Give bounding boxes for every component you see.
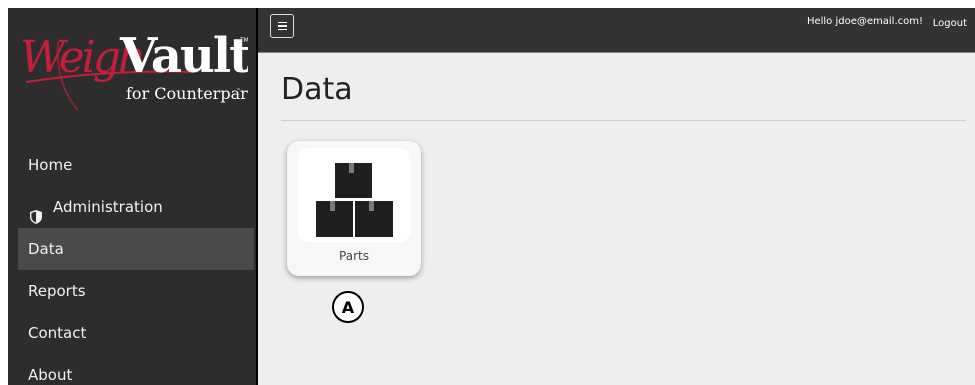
svg-text:TM: TM: [239, 37, 248, 44]
hamburger-icon[interactable]: [270, 14, 294, 38]
app-logo[interactable]: Weigh Vault TM for Counterpart ™: [18, 14, 248, 114]
logo-tagline: for Counterpart: [126, 84, 248, 103]
sidebar: Weigh Vault TM for Counterpart ™ Home Ad…: [8, 8, 258, 385]
sidebar-item-label: Reports: [28, 282, 86, 300]
sidebar-item-label: Data: [28, 240, 64, 258]
user-greeting: Hello jdoe@email.com!: [806, 16, 923, 27]
callout-marker: A: [332, 291, 364, 323]
sidebar-item-label: Home: [28, 156, 73, 174]
tile-label: Parts: [339, 249, 369, 263]
sidebar-item-about[interactable]: About: [18, 354, 254, 385]
logo-vault-text: Vault: [119, 28, 248, 84]
sidebar-item-label: Contact: [28, 324, 87, 342]
app-frame: Weigh Vault TM for Counterpart ™ Home Ad…: [8, 8, 975, 385]
svg-text:™: ™: [236, 88, 241, 94]
title-divider: [281, 120, 966, 121]
sidebar-item-label: About: [28, 366, 73, 384]
sidebar-item-data[interactable]: Data: [18, 228, 254, 270]
top-bar: Hello jdoe@email.com! Logout: [258, 8, 975, 53]
parts-tile[interactable]: Parts: [287, 141, 421, 276]
sidebar-nav: Home Administration Data Reports Contact: [18, 144, 254, 385]
boxes-icon: [298, 148, 410, 242]
logout-link[interactable]: Logout: [933, 18, 967, 29]
sidebar-item-home[interactable]: Home: [18, 144, 254, 186]
sidebar-item-administration[interactable]: Administration: [18, 186, 254, 228]
sidebar-item-contact[interactable]: Contact: [18, 312, 254, 354]
sidebar-item-label: Administration: [53, 198, 163, 216]
shield-icon: [28, 199, 44, 224]
sidebar-item-reports[interactable]: Reports: [18, 270, 254, 312]
page-title: Data: [281, 72, 353, 107]
